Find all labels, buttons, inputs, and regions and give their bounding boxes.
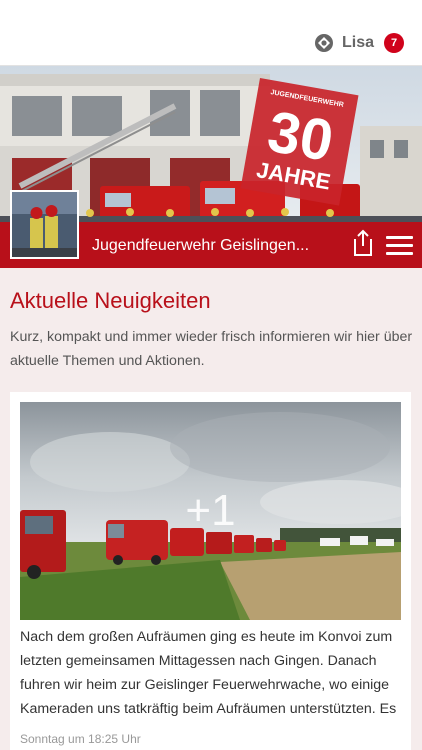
share-icon[interactable] (352, 229, 374, 257)
more-photos-count[interactable]: +1 (20, 486, 401, 536)
top-bar: Lisa 7 (0, 0, 422, 66)
section-title: Aktuelle Neuigkeiten (10, 288, 211, 313)
group-title[interactable]: Jugendfeuerwehr Geislingen... (92, 237, 309, 255)
post-timestamp: Sonntag um 18:25 Uhr (20, 732, 141, 746)
post-text: Nach dem großen Aufräumen ging es heute … (20, 629, 397, 717)
main-content: Aktuelle Neuigkeiten Kurz, kompakt und i… (0, 268, 422, 750)
user-name[interactable]: Lisa (342, 34, 374, 52)
post-photo[interactable]: +1 (20, 402, 401, 620)
user-menu[interactable]: Lisa 7 (314, 33, 404, 53)
group-avatar[interactable] (10, 190, 79, 259)
network-icon (314, 34, 333, 52)
section-description: Kurz, kompakt und immer wieder frisch in… (10, 329, 413, 369)
news-post-card[interactable]: +1 Nach dem großen Aufräumen ging es heu… (10, 392, 411, 750)
notification-badge[interactable]: 7 (384, 33, 404, 53)
hamburger-menu-icon[interactable] (386, 236, 413, 256)
